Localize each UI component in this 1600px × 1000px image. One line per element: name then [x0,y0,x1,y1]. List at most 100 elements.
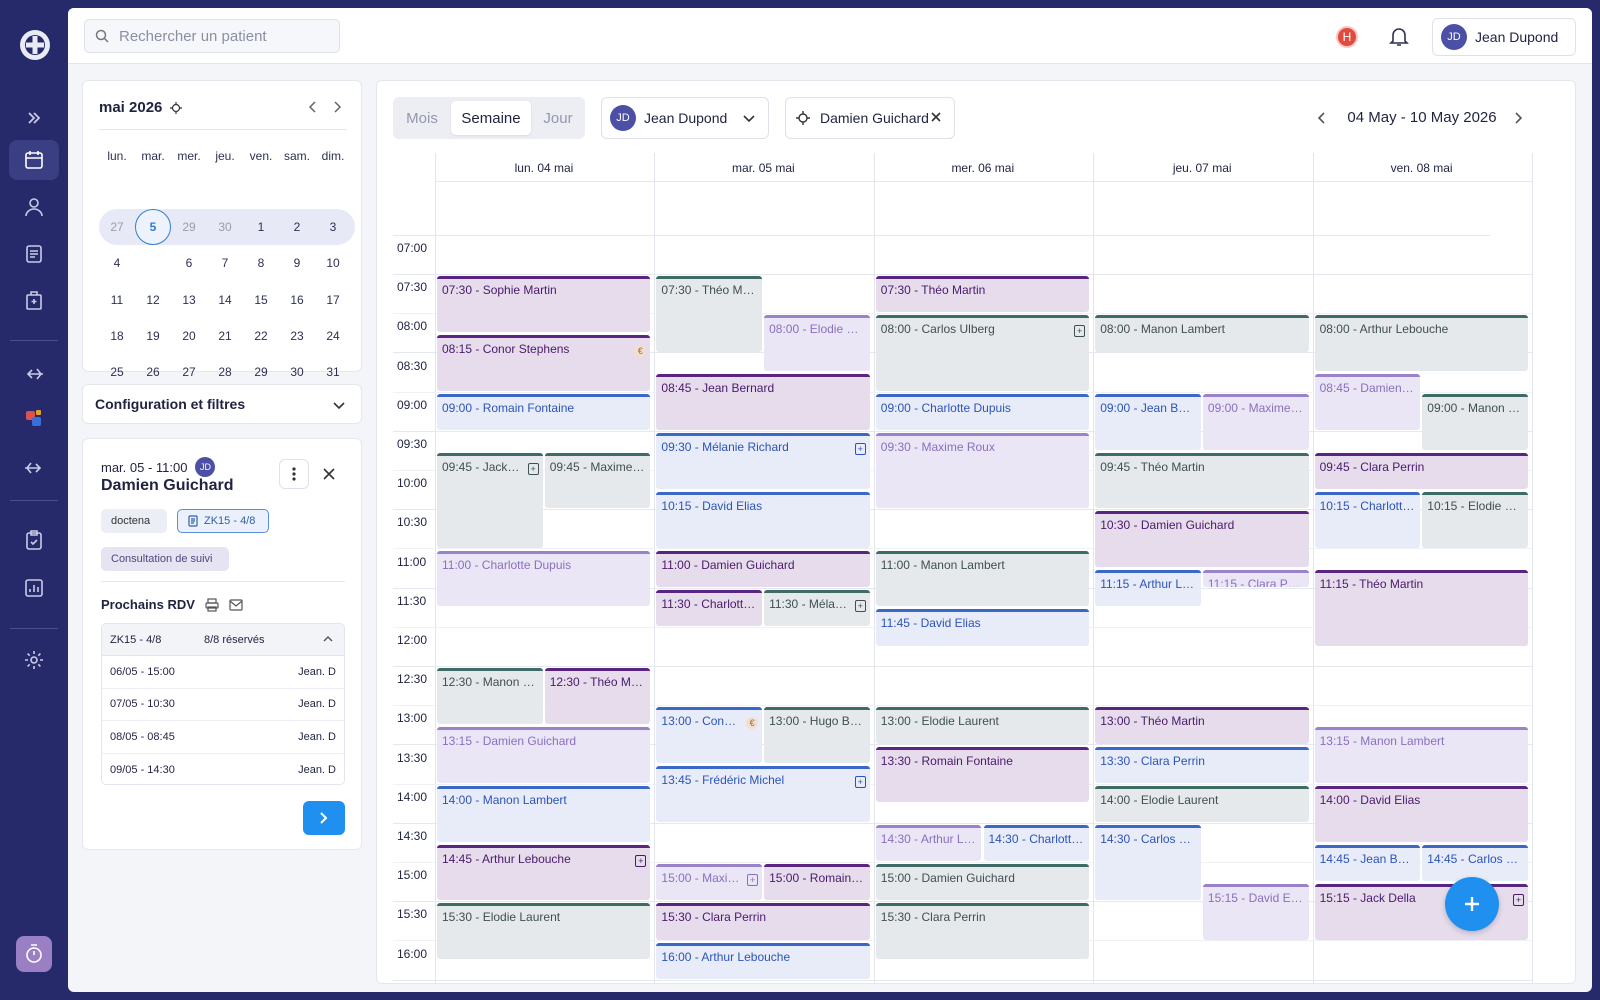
close-icon[interactable] [319,464,339,484]
prev-month-button[interactable] [303,97,323,117]
appointment-event[interactable]: 07:30 - Sophie Martin [437,276,651,332]
appointment-event[interactable]: 08:15 - Conor Stephens € [437,335,651,391]
table-row[interactable]: 08/05 - 08:45 Jean. D [102,721,344,754]
appointment-event[interactable]: 10:15 - Charlotte Dupuis [1314,491,1421,548]
calendar-day[interactable]: 7 [207,248,243,278]
appointment-event[interactable]: 14:00 - Manon Lambert [437,785,651,842]
calendar-day[interactable]: 30 [207,212,243,242]
expand-icon[interactable] [9,98,59,138]
appointment-event[interactable]: 10:15 - Elodie Laurent [1422,491,1528,548]
calendar-day[interactable]: 23 [279,321,315,351]
appointment-event[interactable]: 12:30 - Manon Lambert [437,668,543,724]
appointment-event[interactable]: 08:45 - Jean Bernard [656,374,870,430]
appointment-event[interactable]: 08:45 - Damien Guichard [1314,374,1421,430]
appointment-event[interactable]: 11:00 - Charlotte Dupuis [437,550,651,607]
calendar-day[interactable]: 28 [207,357,243,387]
appointment-event[interactable]: 14:00 - David Elias [1314,785,1528,842]
appointment-event[interactable]: 14:45 - Carlos Ulberg [1422,844,1528,881]
appointment-event[interactable]: 13:30 - Clara Perrin [1095,746,1309,783]
apps-icon[interactable] [9,398,59,438]
calendar-day[interactable]: 29 [171,212,207,242]
timer-icon[interactable] [16,936,52,972]
appointment-event[interactable]: 14:30 - Arthur Lebouche [875,825,982,862]
appointment-event[interactable]: 15:15 - David Elias [1202,883,1309,940]
table-row[interactable]: 06/05 - 15:00 Jean. D [102,656,344,689]
calendar-day[interactable]: 25 [99,357,135,387]
view-month[interactable]: Mois [397,101,447,135]
mini-calendar-title[interactable]: mai 2026 [99,99,183,116]
logo-icon[interactable] [18,28,52,62]
appointment-event[interactable]: 07:30 - Théo Martin [656,276,763,352]
calendar-day[interactable]: 14 [207,285,243,315]
day-header[interactable]: ven. 08 mai [1313,161,1531,175]
filters-panel[interactable]: Configuration et filtres [82,384,362,424]
clipboard-icon[interactable] [9,520,59,560]
calendar-day[interactable]: 4 [99,248,135,278]
appointment-event[interactable]: 09:45 - Théo Martin [1095,452,1309,509]
appointment-event[interactable]: 15:00 - Romain Fontaine [764,864,870,901]
open-button[interactable] [303,801,345,835]
calendar-day[interactable]: 12 [135,285,171,315]
appointment-event[interactable]: 11:30 - Mélanie Richard+ [764,589,870,626]
calendar-day[interactable]: 31 [315,357,351,387]
export-icon[interactable] [9,448,59,488]
appointment-event[interactable]: 13:45 - Frédéric Michel + [656,766,870,822]
appointment-event[interactable]: 09:00 - Romain Fontaine [437,393,651,430]
chart-icon[interactable] [9,568,59,608]
user-menu-button[interactable]: JD Jean Dupond [1432,18,1576,56]
calendar-day[interactable]: 10 [315,248,351,278]
appointment-event[interactable]: 15:00 - Damien Guichard [875,864,1090,901]
calendar-day[interactable]: 13 [171,285,207,315]
appointment-event[interactable]: 14:45 - Jean Bernard [1314,844,1421,881]
appointment-event[interactable]: 15:00 - Maxime Roux+ [656,864,763,901]
appointment-event[interactable]: 12:30 - Théo Martin [544,668,651,724]
chevron-up-icon[interactable] [322,633,334,645]
prev-week-button[interactable] [1313,109,1331,127]
target-icon[interactable] [170,101,183,114]
import-icon[interactable] [9,354,59,394]
mail-icon[interactable] [229,598,243,611]
appointment-event[interactable]: 09:45 - Jack Della + [437,452,543,548]
add-appointment-button[interactable] [1445,877,1499,931]
print-icon[interactable] [205,597,219,612]
user-icon[interactable] [9,187,59,227]
appointment-event[interactable]: 13:15 - Manon Lambert [1314,727,1528,783]
patient-name[interactable]: Damien Guichard [101,477,233,495]
building-icon[interactable] [9,281,59,321]
close-icon[interactable] [930,111,942,123]
table-row[interactable]: 09/05 - 14:30 Jean. D [102,754,344,785]
calendar-day[interactable]: 19 [135,321,171,351]
appointment-event[interactable]: 08:00 - Elodie Laurent [764,315,870,372]
calendar-day[interactable]: 26 [135,357,171,387]
appointment-event[interactable]: 13:00 - Théo Martin [1095,707,1309,744]
calendar-day[interactable]: 17 [315,285,351,315]
appointment-event[interactable]: 08:00 - Manon Lambert [1095,315,1309,352]
calendar-day[interactable]: 29 [243,357,279,387]
appointment-event[interactable]: 15:30 - Clara Perrin [656,903,870,940]
calendar-icon[interactable] [9,140,59,180]
table-row[interactable]: 07/05 - 10:30 Jean. D [102,689,344,721]
view-day[interactable]: Jour [535,101,581,135]
calendar-day[interactable]: 27 [99,212,135,242]
day-header[interactable]: mer. 06 mai [874,161,1092,175]
calendar-day[interactable]: 21 [207,321,243,351]
calendar-day[interactable]: 20 [171,321,207,351]
search-box[interactable] [84,19,340,53]
appointment-event[interactable]: 11:30 - Charlotte Dupuis [656,589,763,626]
table-header[interactable]: ZK15 - 4/8 8/8 réservés [102,624,344,656]
day-header[interactable]: lun. 04 mai [435,161,653,175]
appointment-event[interactable]: 07:30 - Théo Martin [875,276,1090,313]
next-week-button[interactable] [1509,109,1527,127]
appointment-event[interactable]: 11:00 - Damien Guichard [656,550,870,587]
appointment-event[interactable]: 13:00 - Hugo Bernard [764,707,870,764]
calendar-day[interactable]: 6 [171,248,207,278]
document-icon[interactable] [9,234,59,274]
view-week[interactable]: Semaine [451,101,531,135]
appointment-event[interactable]: 09:00 - Charlotte Dupuis [875,393,1090,430]
appointment-event[interactable]: 09:00 - Jean Bernard [1095,393,1201,450]
gear-icon[interactable] [9,640,59,680]
appointment-event[interactable]: 10:30 - Damien Guichard [1095,511,1309,568]
appointment-event[interactable]: 14:30 - Carlos Ulberg [1095,825,1201,901]
alert-badge[interactable]: H [1336,26,1358,48]
appointment-event[interactable]: 09:30 - Maxime Roux [875,433,1090,509]
